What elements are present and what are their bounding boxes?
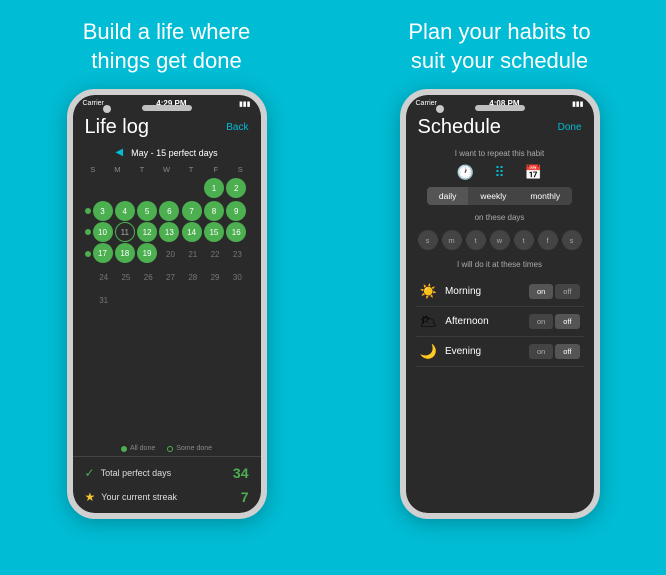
- left-battery: ▮▮▮: [239, 100, 251, 108]
- cal-row-2: 3 4 5 6 7 8 9: [81, 201, 253, 221]
- stat2-value: 7: [241, 489, 249, 505]
- dot-green-icon: [121, 446, 127, 452]
- morning-toggle: on off: [529, 284, 580, 299]
- morning-label: Morning: [445, 286, 529, 297]
- right-headline: Plan your habits tosuit your schedule: [388, 0, 610, 89]
- evening-on-button[interactable]: on: [529, 344, 553, 359]
- days-section-label: on these days: [416, 207, 584, 226]
- right-panel: Plan your habits tosuit your schedule Ca…: [333, 0, 666, 575]
- right-phone: Carrier 4:08 PM ▮▮▮ Schedule Done I want…: [400, 89, 600, 519]
- stat-row-1: ✓ Total perfect days 34: [85, 461, 249, 485]
- times-section-label: I will do it at these times: [416, 254, 584, 273]
- left-panel: Build a life wherethings get done Carrie…: [0, 0, 333, 575]
- afternoon-toggle: on off: [529, 314, 580, 329]
- left-carrier: Carrier: [83, 100, 104, 107]
- afternoon-label: Afternoon: [445, 316, 529, 327]
- day-t2[interactable]: t: [514, 230, 534, 250]
- left-status-bar: Carrier 4:29 PM ▮▮▮: [73, 95, 261, 110]
- evening-off-button[interactable]: off: [555, 344, 579, 359]
- left-headline: Build a life wherethings get done: [63, 0, 271, 89]
- afternoon-on-button[interactable]: on: [529, 314, 553, 329]
- day-m[interactable]: m: [442, 230, 462, 250]
- stats-section: ✓ Total perfect days 34 ★ Your current s…: [73, 456, 261, 513]
- stat1-value: 34: [233, 465, 249, 481]
- time-section: ☀️ Morning on off 🌥 Afternoon on o: [416, 277, 584, 367]
- days-row: s m t w t f s: [416, 226, 584, 254]
- morning-off-button[interactable]: off: [555, 284, 579, 299]
- streak-dot: [85, 208, 91, 214]
- afternoon-row: 🌥 Afternoon on off: [416, 307, 584, 337]
- left-phone: Carrier 4:29 PM ▮▮▮ Life log Back ◀ May …: [67, 89, 267, 519]
- left-phone-screen: Carrier 4:29 PM ▮▮▮ Life log Back ◀ May …: [73, 95, 261, 513]
- daily-button[interactable]: daily: [427, 187, 468, 205]
- frequency-buttons: daily weekly monthly: [416, 187, 584, 205]
- cal-row-4: 17 18 19 20 21 22 23: [81, 243, 253, 265]
- streak-dot: [85, 229, 91, 235]
- right-time: 4:08 PM: [489, 99, 519, 108]
- cal-header: S M T W T F S: [81, 162, 253, 177]
- right-status-bar: Carrier 4:08 PM ▮▮▮: [406, 95, 594, 110]
- repeat-icons: 🕐 ⠿ 📅: [416, 162, 584, 185]
- moon-icon: 🌙: [420, 343, 437, 360]
- clock-icon: 🕐: [457, 164, 474, 181]
- cal-row-3: 10 11 12 13 14 15 16: [81, 222, 253, 242]
- month-nav: ◀ May - 15 perfect days: [73, 143, 261, 162]
- sun-icon: ☀️: [420, 283, 437, 300]
- stat1-label: Total perfect days: [101, 468, 172, 478]
- afternoon-off-button[interactable]: off: [555, 314, 579, 329]
- legend-some-done: Some done: [167, 445, 212, 452]
- left-app-title: Life log: [85, 116, 150, 139]
- calendar-legend: All done Some done: [73, 441, 261, 456]
- cal-row-1: 1 2: [81, 178, 253, 200]
- right-phone-screen: Carrier 4:08 PM ▮▮▮ Schedule Done I want…: [406, 95, 594, 513]
- stat2-label: Your current streak: [101, 492, 177, 502]
- dots-icon: ⠿: [494, 164, 504, 181]
- calendar: S M T W T F S: [73, 162, 261, 441]
- star-icon: ★: [85, 490, 96, 504]
- day-s2[interactable]: s: [562, 230, 582, 250]
- month-label: May - 15 perfect days: [131, 148, 218, 158]
- day-s1[interactable]: s: [418, 230, 438, 250]
- legend-all-done: All done: [121, 445, 155, 452]
- left-time: 4:29 PM: [156, 99, 186, 108]
- checkmark-icon: ✓: [85, 466, 95, 480]
- morning-on-button[interactable]: on: [529, 284, 553, 299]
- morning-row: ☀️ Morning on off: [416, 277, 584, 307]
- weekly-button[interactable]: weekly: [468, 187, 518, 205]
- dot-outline-icon: [167, 446, 173, 452]
- day-f[interactable]: f: [538, 230, 558, 250]
- calendar-icon: 📅: [525, 164, 542, 181]
- evening-row: 🌙 Evening on off: [416, 337, 584, 367]
- right-app-header: Schedule Done: [406, 110, 594, 143]
- done-button[interactable]: Done: [558, 122, 582, 133]
- day-t1[interactable]: t: [466, 230, 486, 250]
- cal-row-5: 24 25 26 27 28 29 30: [81, 266, 253, 288]
- streak-dot: [85, 251, 91, 257]
- prev-month-chevron[interactable]: ◀: [115, 147, 123, 158]
- cloud-icon: 🌥: [420, 313, 438, 330]
- right-app-title: Schedule: [418, 116, 501, 139]
- repeat-section-label: I want to repeat this habit: [416, 143, 584, 162]
- evening-label: Evening: [445, 346, 529, 357]
- left-back-button[interactable]: Back: [226, 122, 248, 133]
- cal-row-6: 31: [81, 289, 253, 311]
- schedule-screen: I want to repeat this habit 🕐 ⠿ 📅 daily …: [406, 143, 594, 513]
- evening-toggle: on off: [529, 344, 580, 359]
- day-w[interactable]: w: [490, 230, 510, 250]
- lifelog-screen: ◀ May - 15 perfect days S M T W T F S: [73, 143, 261, 513]
- stat-row-2: ★ Your current streak 7: [85, 485, 249, 509]
- right-carrier: Carrier: [416, 100, 437, 107]
- monthly-button[interactable]: monthly: [518, 187, 572, 205]
- right-battery: ▮▮▮: [572, 100, 584, 108]
- left-app-header: Life log Back: [73, 110, 261, 143]
